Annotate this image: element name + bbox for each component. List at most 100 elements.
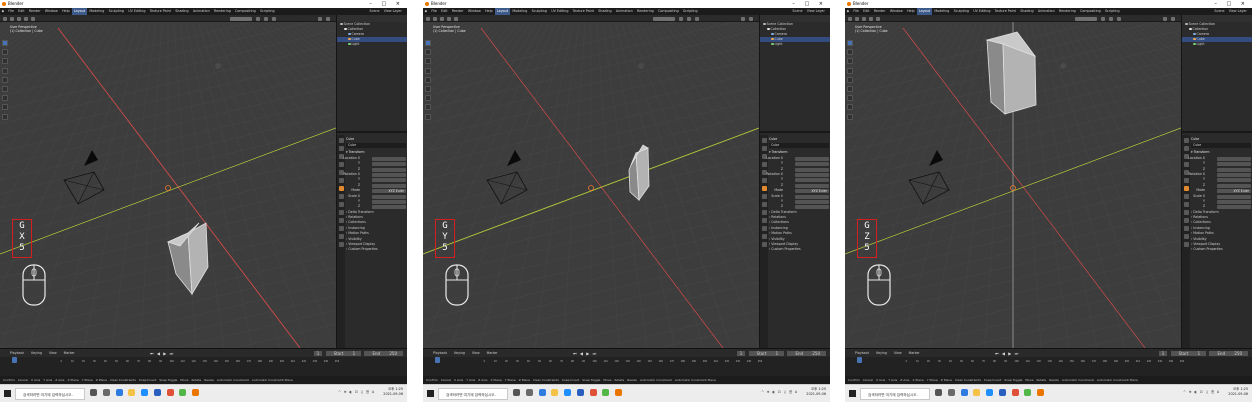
windows-start-icon[interactable] [4,390,11,397]
menu-file[interactable]: File [430,8,439,15]
texture-tab-icon[interactable] [1183,242,1189,247]
data-tab-icon[interactable] [1183,226,1189,231]
viewport-scene[interactable] [845,22,1181,348]
blender-task-icon[interactable] [192,389,200,396]
scene-selector[interactable]: Scene [791,8,804,15]
timeline-menu-playback[interactable]: Playback [10,351,24,355]
modifier-tab-icon[interactable] [1183,194,1189,199]
tab-texture-paint[interactable]: Texture Paint [148,8,172,15]
menu-file[interactable]: File [852,8,861,15]
end-frame-field[interactable]: End 250 [1209,350,1248,356]
timeline-menu-keying[interactable]: Keying [876,351,887,355]
add-menu-icon[interactable] [31,16,35,21]
view-layer-selector[interactable]: View Layer [805,8,826,15]
transform-tool-icon[interactable] [2,85,8,92]
scale-tool-icon[interactable] [847,76,853,83]
close-button[interactable]: × [1241,1,1249,7]
select-mode-icon[interactable] [433,16,437,21]
blender-menu-icon[interactable]: ◆ [423,8,429,15]
app-red-icon[interactable] [166,389,174,396]
task-view-icon[interactable] [90,389,97,396]
3d-viewport[interactable]: User Perspective (1) Collection | Cube G… [423,22,759,348]
rotate-tool-icon[interactable] [2,67,8,74]
select-tool-icon[interactable] [2,40,8,46]
tab-uv-editing[interactable]: UV Editing [550,8,570,15]
select-tool-icon[interactable] [847,40,853,46]
scale-field[interactable] [1217,205,1251,210]
select-mode-icon[interactable] [855,16,859,21]
location-field[interactable] [372,156,406,161]
playhead[interactable] [12,357,17,363]
panel-custom-properties[interactable]: › Custom Properties [769,247,829,252]
modifier-tab-icon[interactable] [338,194,344,199]
playhead[interactable] [857,357,862,363]
shading-mode-icon[interactable] [318,16,322,21]
panel-custom-properties[interactable]: › Custom Properties [1191,247,1251,252]
camera-icon[interactable] [908,150,950,205]
menu-help[interactable]: Help [483,8,494,15]
menu-edit[interactable]: Edit [17,8,27,15]
cursor-tool-icon[interactable] [847,49,853,56]
menu-render[interactable]: Render [450,8,465,15]
cursor-tool-icon[interactable] [425,49,431,56]
rotation-field[interactable] [795,183,829,188]
view-menu-icon[interactable] [440,16,444,21]
object-tab-icon[interactable] [1183,186,1189,191]
measure-tool-icon[interactable] [425,104,431,111]
cursor-tool-icon[interactable] [2,49,8,56]
chrome-icon[interactable] [179,389,187,396]
tray-icons[interactable]: ^ ⊕ ◐ ⊡ ♫ 한 A [335,390,375,395]
timeline-menu-playback[interactable]: Playback [855,351,869,355]
minimize-button[interactable]: – [1214,1,1221,7]
world-tab-icon[interactable] [338,178,344,183]
transform-tool-icon[interactable] [847,85,853,92]
location-field[interactable] [1217,162,1251,167]
add-cube-tool-icon[interactable] [847,113,853,120]
tab-scripting[interactable]: Scripting [681,8,699,15]
outliner-item-light[interactable]: Light [1182,42,1252,47]
tab-animation[interactable]: Animation [614,8,634,15]
timeline-menu-marker[interactable]: Marker [64,351,75,355]
window-controls[interactable]: – □ × [792,0,827,8]
pivot-icon[interactable] [1101,16,1105,21]
tab-sculpting[interactable]: Sculpting [952,8,971,15]
outliner-header[interactable] [760,15,830,22]
annotate-tool-icon[interactable] [425,95,431,102]
rotation-field[interactable] [795,178,829,183]
chrome-icon[interactable] [1024,389,1032,396]
add-menu-icon[interactable] [876,16,880,21]
tab-modeling[interactable]: Modeling [88,8,106,15]
data-tab-icon[interactable] [761,226,767,231]
world-tab-icon[interactable] [1183,178,1189,183]
timeline-menu-view[interactable]: View [894,351,902,355]
tab-shading[interactable]: Shading [174,8,191,15]
physics-tab-icon[interactable] [1183,210,1189,215]
location-field[interactable] [372,162,406,167]
tool-tab-icon[interactable] [1183,138,1189,143]
particles-tab-icon[interactable] [761,202,767,207]
outliner-item-light[interactable]: Light [337,42,407,47]
tool-tab-icon[interactable] [338,138,344,143]
rotate-tool-icon[interactable] [847,67,853,74]
taskbar-search[interactable]: 검색하려면 여기에 입력하십시오. [438,388,508,400]
rotation-field[interactable] [1217,183,1251,188]
vs-code-icon[interactable] [153,389,161,396]
menu-window[interactable]: Window [888,8,904,15]
orientation-dropdown[interactable] [230,16,252,21]
start-frame-field[interactable]: Start 1 [748,350,785,356]
scale-field[interactable] [795,194,829,199]
world-tab-icon[interactable] [761,178,767,183]
render-tab-icon[interactable] [761,146,767,151]
scale-field[interactable] [795,199,829,204]
snap-icon[interactable] [687,16,691,21]
vs-code-icon[interactable] [998,389,1006,396]
frame-ruler[interactable]: 0 10 20 30 40 50 60 70 80 90 100 110 120 130 140 150 160… [423,358,830,364]
timeline-menu-marker[interactable]: Marker [487,351,498,355]
object-name-field[interactable]: Cube [769,143,829,149]
orientation-dropdown[interactable] [653,16,675,21]
constraints-tab-icon[interactable] [761,218,767,223]
material-tab-icon[interactable] [761,234,767,239]
cube-object[interactable] [166,222,209,296]
particles-tab-icon[interactable] [1183,202,1189,207]
measure-tool-icon[interactable] [2,104,8,111]
